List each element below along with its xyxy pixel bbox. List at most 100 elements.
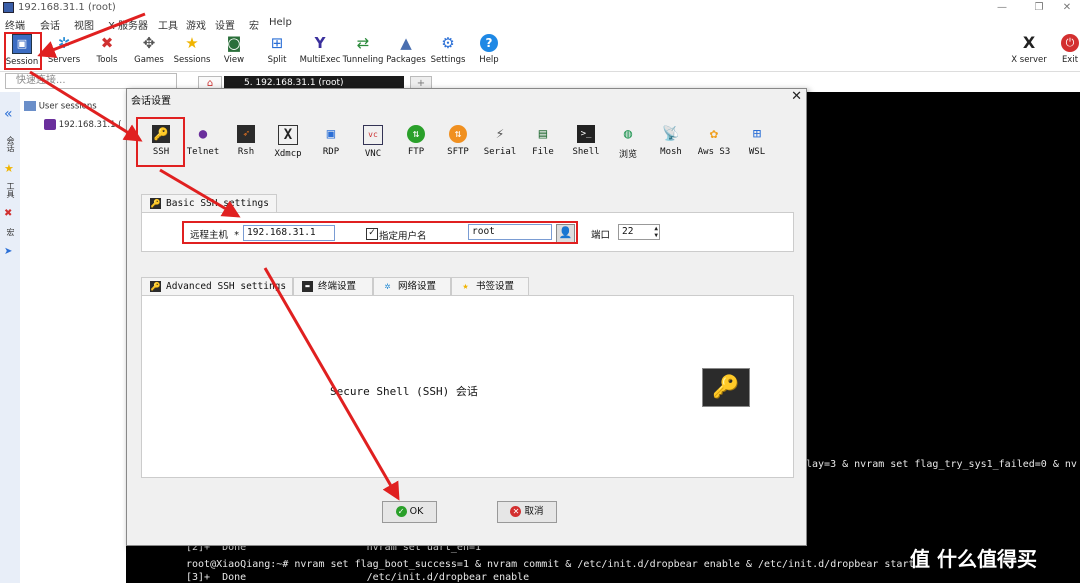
- collapse-sidebar-icon[interactable]: «: [4, 106, 13, 122]
- protocol-ssh[interactable]: 🔑 SSH: [141, 125, 181, 161]
- x-server-icon: X: [1022, 33, 1036, 52]
- protocol-xdmcp[interactable]: X Xdmcp: [268, 125, 308, 161]
- folder-icon: [24, 101, 36, 111]
- menu-macros[interactable]: 宏: [249, 17, 259, 32]
- remote-host-label: 远程主机 *: [190, 230, 240, 241]
- sidebar-tab-sessions[interactable]: 会话: [5, 136, 16, 152]
- tab-basic-ssh-settings[interactable]: 🔑 Basic SSH settings: [141, 194, 277, 212]
- sessions-panel: User sessions 192.168.31.1 (: [20, 92, 126, 583]
- advanced-settings-panel: Secure Shell (SSH) 会话 🔑: [141, 295, 794, 478]
- port-input[interactable]: 22 ▲ ▼: [618, 224, 660, 240]
- menu-terminal[interactable]: 终端: [5, 17, 25, 32]
- sessions-button[interactable]: ★ Sessions: [170, 34, 214, 70]
- user-picker-icon[interactable]: 👤: [556, 224, 575, 243]
- protocol-sftp[interactable]: ⇅ SFTP: [438, 125, 478, 161]
- session-settings-dialog: 会话设置 ✕ 🔑 SSH ● Telnet ➶ Rsh X Xdmcp ▣ RD…: [126, 88, 807, 546]
- sidebar-tab-tools[interactable]: 工具: [5, 182, 16, 198]
- multiexec-icon: Y: [314, 34, 326, 52]
- star-icon: ★: [462, 281, 469, 292]
- tab-network-settings[interactable]: ✲ 网络设置: [373, 277, 451, 295]
- network-icon: ✲: [384, 281, 391, 292]
- user-sessions-folder[interactable]: User sessions: [24, 101, 97, 112]
- key-icon: 🔑: [150, 198, 161, 209]
- split-button[interactable]: ⊞ Split: [255, 34, 299, 70]
- tunneling-button[interactable]: ⇄ Tunneling: [341, 34, 385, 70]
- port-label: 端口: [591, 230, 611, 241]
- games-button[interactable]: ✥ Games: [127, 34, 171, 70]
- help-button[interactable]: ? Help: [467, 34, 511, 70]
- xdmcp-icon: X: [278, 125, 298, 145]
- view-button[interactable]: ◙ View: [212, 34, 256, 70]
- watermark: 值 什么值得买: [910, 547, 1037, 571]
- protocol-ftp[interactable]: ⇅ FTP: [396, 125, 436, 161]
- tab-bookmark-settings[interactable]: ★ 书签设置: [451, 277, 529, 295]
- protocol-rdp[interactable]: ▣ RDP: [311, 125, 351, 161]
- tools-button[interactable]: ✖ Tools: [85, 34, 129, 70]
- servers-button[interactable]: ✲ Servers: [42, 34, 86, 70]
- rdp-icon: ▣: [326, 126, 336, 142]
- username-input[interactable]: root: [468, 224, 552, 240]
- quick-connect-input[interactable]: 快速连接...: [5, 73, 177, 89]
- vnc-icon: vc: [363, 125, 383, 145]
- ok-button[interactable]: ✓ OK: [382, 501, 437, 523]
- minimize-icon[interactable]: —: [987, 1, 1017, 15]
- protocol-vnc[interactable]: vc VNC: [353, 125, 393, 161]
- sidebar-tab-macros[interactable]: 宏: [5, 228, 16, 236]
- mosh-icon: 📡: [662, 126, 680, 142]
- tools-icon: ✖: [4, 208, 13, 219]
- remote-host-input[interactable]: 192.168.31.1: [243, 225, 335, 241]
- specify-username-checkbox[interactable]: ✓: [366, 228, 378, 240]
- session-button[interactable]: ▣ Session: [0, 34, 44, 70]
- tab-terminal-settings[interactable]: ▬ 终端设置: [293, 277, 373, 295]
- split-icon: ⊞: [270, 34, 284, 52]
- multiexec-button[interactable]: Y MultiExec: [298, 34, 342, 70]
- check-icon: ✓: [395, 506, 407, 517]
- menu-games[interactable]: 游戏: [186, 17, 206, 32]
- maximize-icon[interactable]: ❐: [1024, 1, 1054, 15]
- session-icon: ▣: [12, 34, 32, 54]
- port-spinner-icon[interactable]: ▲ ▼: [654, 225, 658, 239]
- menu-tools[interactable]: 工具: [158, 17, 178, 32]
- menu-sessions[interactable]: 会话: [40, 17, 60, 32]
- specify-username-label: 指定用户名: [379, 231, 427, 242]
- help-icon: ?: [480, 34, 498, 52]
- protocol-file[interactable]: ▤ File: [523, 125, 563, 161]
- close-icon[interactable]: ✕: [1052, 1, 1080, 15]
- terminal-line-2: root@XiaoQiang:~# nvram set flag_boot_su…: [186, 559, 915, 570]
- servers-icon: ✲: [57, 34, 71, 52]
- star-icon: ★: [4, 162, 14, 175]
- close-icon[interactable]: ✕: [791, 89, 802, 104]
- protocol-wsl[interactable]: ⊞ WSL: [737, 125, 777, 161]
- menu-xserver[interactable]: X 服务器: [108, 17, 148, 32]
- protocol-mosh[interactable]: 📡 Mosh: [651, 125, 691, 161]
- menu-view[interactable]: 视图: [74, 17, 94, 32]
- macro-icon: ➤: [4, 246, 13, 257]
- protocol-rsh[interactable]: ➶ Rsh: [226, 125, 266, 161]
- exit-button[interactable]: ⏻ Exit: [1048, 34, 1080, 70]
- app-icon: [3, 2, 14, 13]
- settings-button[interactable]: ⚙ Settings: [426, 34, 470, 70]
- key-icon: 🔑: [152, 125, 170, 143]
- view-icon: ◙: [226, 34, 242, 52]
- shell-icon: >_: [577, 125, 595, 143]
- star-icon: ★: [185, 34, 199, 52]
- serial-icon: ⚡: [495, 126, 505, 142]
- terminal-line-3: [3]+ Done /etc/init.d/dropbear enable: [186, 572, 530, 583]
- protocol-shell[interactable]: >_ Shell: [566, 125, 606, 161]
- main-toolbar: ▣ Session ✲ Servers ✖ Tools ✥ Games ★ Se…: [0, 31, 1080, 72]
- packages-button[interactable]: ▲ Packages: [384, 34, 428, 70]
- tab-advanced-ssh-settings[interactable]: 🔑 Advanced SSH settings: [141, 277, 293, 295]
- session-item[interactable]: 192.168.31.1 (: [44, 119, 122, 130]
- protocol-telnet[interactable]: ● Telnet: [183, 125, 223, 161]
- protocol-serial[interactable]: ⚡ Serial: [480, 125, 520, 161]
- sftp-icon: ⇅: [449, 125, 467, 143]
- protocol-aws-s3[interactable]: ✿ Aws S3: [694, 125, 734, 161]
- cancel-icon: ✕: [510, 506, 522, 517]
- menu-help[interactable]: Help: [269, 17, 292, 28]
- protocol-browser[interactable]: ◍ 浏览: [608, 125, 648, 161]
- cancel-button[interactable]: ✕ 取消: [497, 501, 557, 523]
- menu-settings[interactable]: 设置: [215, 17, 235, 32]
- dialog-title: 会话设置: [131, 96, 171, 107]
- x-server-button[interactable]: X X server: [1007, 34, 1051, 70]
- file-icon: ▤: [538, 126, 548, 142]
